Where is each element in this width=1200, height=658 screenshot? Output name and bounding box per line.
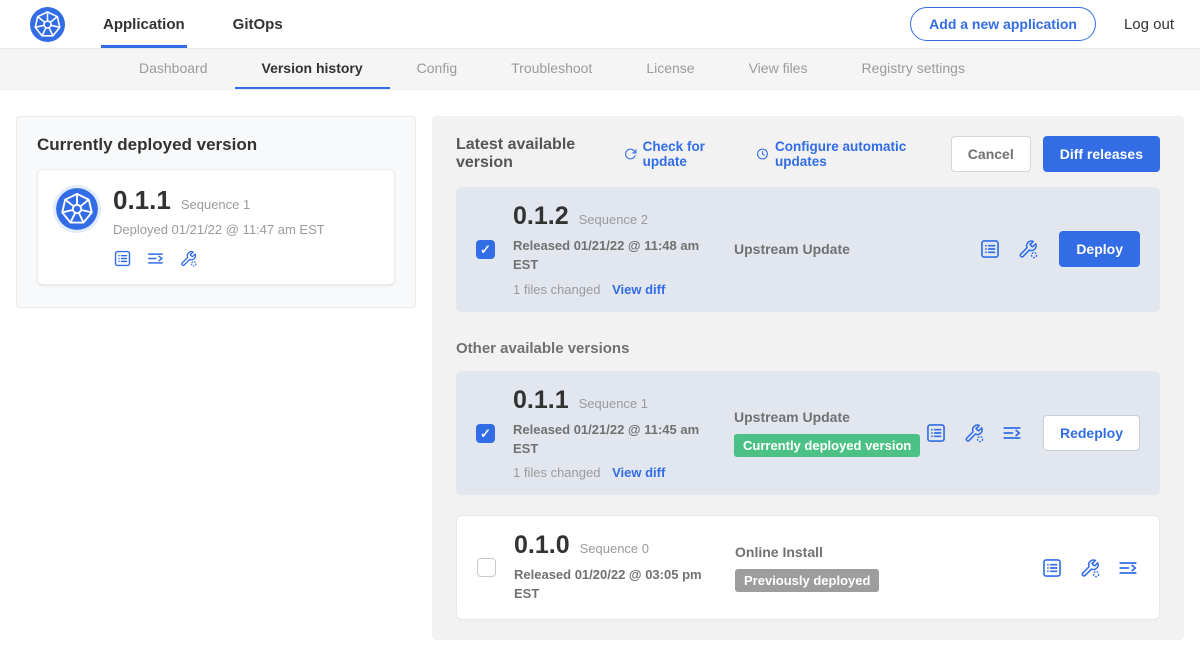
release-notes-icon[interactable]	[1041, 557, 1063, 579]
cancel-button[interactable]: Cancel	[951, 136, 1031, 172]
deployed-panel-title: Currently deployed version	[37, 135, 395, 155]
tab-view-files-label: View files	[749, 60, 808, 76]
version-source: Upstream Update	[734, 409, 925, 425]
deployed-version-details: 0.1.1 Sequence 1 Deployed 01/21/22 @ 11:…	[113, 185, 325, 268]
version-number: 0.1.2	[513, 202, 569, 231]
version-checkbox[interactable]: ✓	[476, 424, 495, 443]
view-diff-link[interactable]: View diff	[612, 282, 665, 297]
version-released: Released 01/20/22 @ 03:05 pm EST	[514, 566, 709, 604]
currently-deployed-panel: Currently deployed version 0.1.1 Sequenc…	[16, 116, 416, 308]
release-notes-icon[interactable]	[925, 422, 947, 444]
nav-item-application[interactable]: Application	[101, 0, 187, 48]
version-source-col: Upstream Update Currently deployed versi…	[728, 409, 925, 457]
version-number: 0.1.0	[514, 531, 570, 560]
version-number: 0.1.1	[513, 386, 569, 415]
deploy-logs-icon[interactable]	[1117, 557, 1139, 579]
primary-nav: Application GitOps	[101, 0, 329, 48]
tab-config[interactable]: Config	[390, 49, 484, 89]
version-info: 0.1.0 Sequence 0 Released 01/20/22 @ 03:…	[514, 531, 729, 604]
version-checkbox[interactable]: ✓	[476, 240, 495, 259]
clock-icon	[756, 146, 769, 162]
kubernetes-logo-icon	[30, 7, 65, 42]
nav-item-gitops[interactable]: GitOps	[231, 0, 285, 48]
version-history-panel: Latest available version Check for updat…	[432, 116, 1184, 640]
check-for-update-label: Check for update	[643, 139, 732, 169]
tab-troubleshoot-label: Troubleshoot	[511, 60, 592, 76]
version-source: Upstream Update	[734, 241, 979, 257]
version-row-0-1-1: ✓ 0.1.1 Sequence 1 Released 01/21/22 @ 1…	[456, 371, 1160, 496]
version-files-line: 1 files changed View diff	[513, 282, 728, 297]
version-info: 0.1.1 Sequence 1 Released 01/21/22 @ 11:…	[513, 386, 728, 481]
tab-license-label: License	[646, 60, 694, 76]
version-source-col: Online Install Previously deployed	[729, 544, 1041, 592]
deployed-version-card: 0.1.1 Sequence 1 Deployed 01/21/22 @ 11:…	[37, 169, 395, 285]
tab-registry-settings[interactable]: Registry settings	[834, 49, 991, 89]
currently-deployed-badge: Currently deployed version	[734, 434, 920, 457]
tab-license[interactable]: License	[619, 49, 721, 89]
check-for-update-link[interactable]: Check for update	[624, 139, 732, 169]
deploy-button[interactable]: Deploy	[1059, 231, 1140, 267]
version-actions: Deploy	[979, 231, 1140, 267]
version-released: Released 01/21/22 @ 11:48 am EST	[513, 237, 708, 275]
version-info: 0.1.2 Sequence 2 Released 01/21/22 @ 11:…	[513, 202, 728, 297]
version-actions	[1041, 557, 1139, 579]
view-diff-link[interactable]: View diff	[612, 465, 665, 480]
tab-troubleshoot[interactable]: Troubleshoot	[484, 49, 619, 89]
files-changed-label: 1 files changed	[513, 282, 600, 297]
diff-releases-button[interactable]: Diff releases	[1043, 136, 1160, 172]
add-application-button[interactable]: Add a new application	[910, 7, 1096, 41]
logout-button[interactable]: Log out	[1124, 16, 1174, 33]
top-header: Application GitOps Add a new application…	[0, 0, 1200, 49]
nav-gitops-label: GitOps	[233, 16, 283, 33]
config-icon[interactable]	[179, 249, 198, 268]
latest-version-title: Latest available version	[456, 136, 604, 172]
configure-automatic-updates-link[interactable]: Configure automatic updates	[756, 139, 927, 169]
version-row-0-1-0: 0.1.0 Sequence 0 Released 01/20/22 @ 03:…	[456, 515, 1160, 620]
nav-application-label: Application	[103, 16, 185, 33]
config-icon[interactable]	[1017, 238, 1039, 260]
other-versions-title: Other available versions	[456, 340, 1160, 357]
deploy-logs-icon[interactable]	[1001, 422, 1023, 444]
release-notes-icon[interactable]	[113, 249, 132, 268]
tab-registry-settings-label: Registry settings	[861, 60, 964, 76]
app-logo-icon	[56, 188, 98, 230]
version-released: Released 01/21/22 @ 11:45 am EST	[513, 421, 708, 459]
refresh-icon	[624, 146, 637, 162]
main-content: Currently deployed version 0.1.1 Sequenc…	[0, 90, 1200, 658]
deployed-timestamp: Deployed 01/21/22 @ 11:47 am EST	[113, 222, 325, 237]
tab-config-label: Config	[417, 60, 457, 76]
config-icon[interactable]	[963, 422, 985, 444]
version-row-0-1-2: ✓ 0.1.2 Sequence 2 Released 01/21/22 @ 1…	[456, 187, 1160, 312]
tab-dashboard[interactable]: Dashboard	[112, 49, 235, 89]
files-changed-label: 1 files changed	[513, 465, 600, 480]
config-icon[interactable]	[1079, 557, 1101, 579]
tab-version-history[interactable]: Version history	[235, 49, 390, 89]
tab-dashboard-label: Dashboard	[139, 60, 208, 76]
tab-version-history-label: Version history	[262, 60, 363, 76]
deployed-version-sequence: Sequence 1	[181, 197, 250, 212]
version-sequence: Sequence 0	[580, 541, 649, 556]
version-files-line: 1 files changed View diff	[513, 465, 728, 480]
configure-automatic-updates-label: Configure automatic updates	[775, 139, 927, 169]
redeploy-button[interactable]: Redeploy	[1043, 415, 1140, 451]
deploy-logs-icon[interactable]	[146, 249, 165, 268]
version-sequence: Sequence 1	[579, 396, 648, 411]
version-source-col: Upstream Update	[728, 241, 979, 257]
previously-deployed-badge: Previously deployed	[735, 569, 879, 592]
version-actions: Redeploy	[925, 415, 1140, 451]
app-subnav: Dashboard Version history Config Trouble…	[0, 49, 1200, 90]
version-sequence: Sequence 2	[579, 212, 648, 227]
latest-version-header: Latest available version Check for updat…	[456, 136, 1160, 172]
tab-view-files[interactable]: View files	[722, 49, 835, 89]
deployed-action-icons	[113, 249, 325, 268]
release-notes-icon[interactable]	[979, 238, 1001, 260]
version-source: Online Install	[735, 544, 1041, 560]
version-checkbox[interactable]	[477, 558, 496, 577]
deployed-version-number: 0.1.1	[113, 185, 171, 216]
